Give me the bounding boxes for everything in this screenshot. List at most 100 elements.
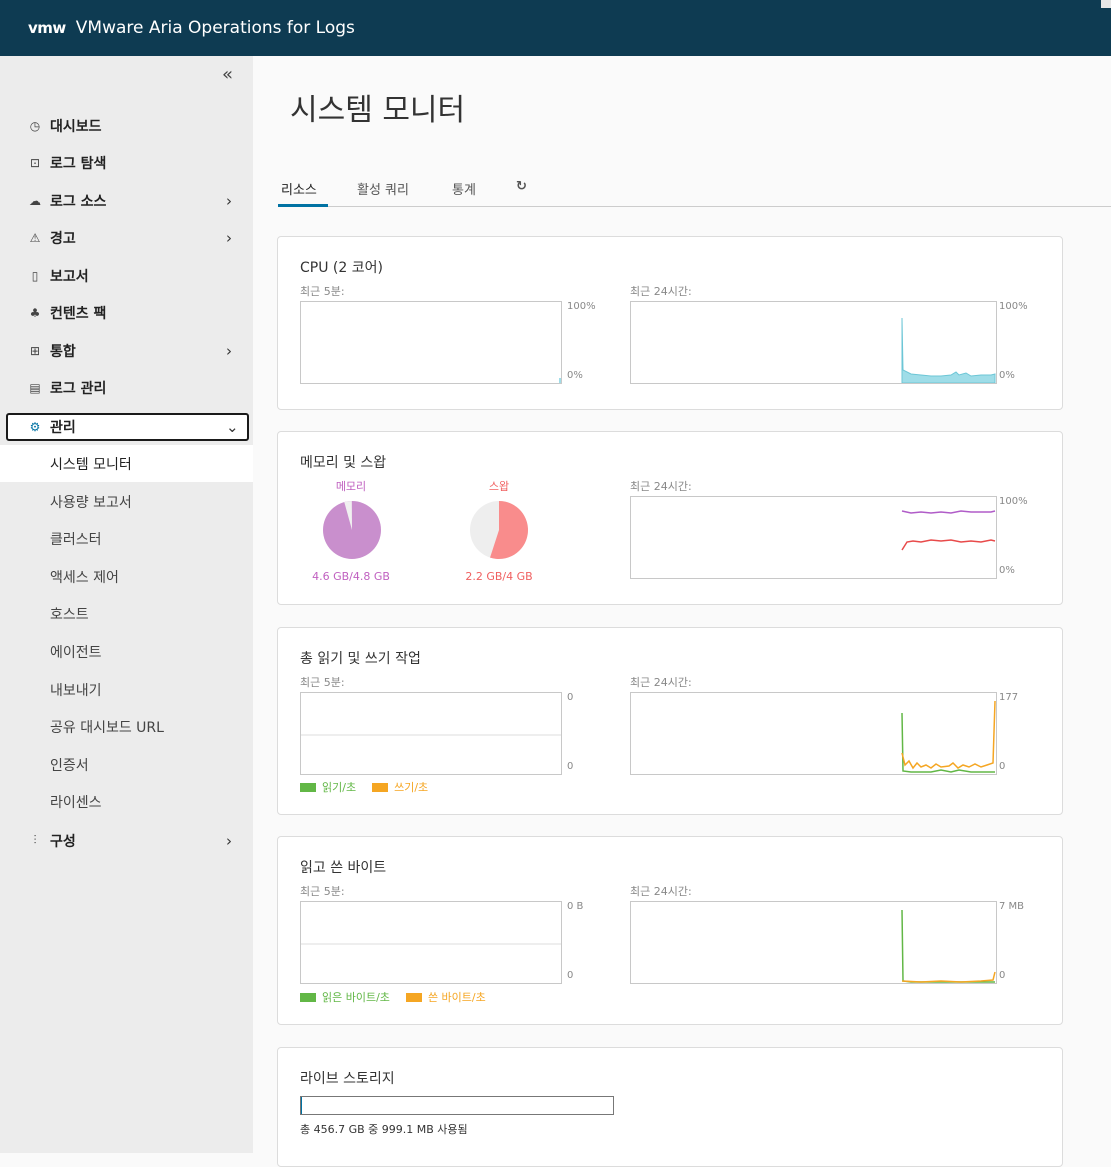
gear-icon: ⚙ — [29, 420, 41, 434]
storage-usage-text: 총 456.7 GB 중 999.1 MB 사용됨 — [300, 1123, 468, 1136]
memory-title: 메모리 및 스왑 — [300, 455, 387, 471]
sidebar-item-label: 경고 — [50, 230, 76, 247]
sidebar-item-administration[interactable]: ⚙ 관리 ⌄ — [6, 413, 249, 441]
sidebar-subitem-cluster[interactable]: 클러스터 — [0, 520, 253, 557]
sidebar-subitem-usage-report[interactable]: 사용량 보고서 — [0, 483, 253, 520]
io-operations-title: 총 읽기 및 쓰기 작업 — [300, 651, 421, 667]
refresh-icon[interactable]: ↻ — [516, 179, 527, 194]
sidebar-item-explore-logs[interactable]: ⊡ 로그 탐색 — [0, 144, 253, 181]
memory-24h-plot — [901, 510, 996, 551]
sidebar-item-log-management[interactable]: ▤ 로그 관리 — [0, 369, 253, 406]
sidebar-item-label: 구성 — [50, 833, 76, 850]
io-bytes-title: 읽고 쓴 바이트 — [300, 860, 387, 876]
sidebar-item-dashboard[interactable]: ◷ 대시보드 — [0, 107, 253, 144]
sidebar-item-label: 로그 관리 — [50, 380, 107, 397]
io-operations-card: 총 읽기 및 쓰기 작업 최근 5분: 최근 24시간: 0 0 177 0 읽… — [277, 627, 1063, 815]
cpu-24h-plot — [901, 317, 996, 384]
swap-pie[interactable] — [469, 500, 529, 560]
bytes-read-series — [901, 909, 995, 983]
sliders-icon: ⫶ — [33, 833, 37, 847]
read-legend-label[interactable]: 읽기/초 — [322, 779, 356, 795]
memory-card: 메모리 및 스왑 메모리 4.6 GB/4.8 GB 스왑 2.2 GB/4 G… — [277, 431, 1063, 605]
io-bytes-5min-chart[interactable] — [300, 901, 562, 984]
collapse-sidebar-icon[interactable]: « — [222, 64, 233, 85]
sidebar-item-label: 로그 탐색 — [50, 155, 107, 172]
integration-icon: ⊞ — [29, 343, 41, 358]
sidebar-item-reports[interactable]: ▯ 보고서 — [0, 257, 253, 294]
sidebar-item-content-packs[interactable]: ♣ 컨텐츠 팩 — [0, 294, 253, 331]
io-ops-24h-chart[interactable] — [630, 692, 997, 775]
swap-pie-label: 스왑 — [488, 480, 510, 493]
chevron-right-icon: › — [226, 831, 232, 850]
io-bytes-24h-plot — [901, 909, 996, 983]
io-ops-5min-plot — [301, 734, 561, 736]
io-bytes-24h-chart[interactable] — [630, 901, 997, 984]
sidebar-subitem-hosts[interactable]: 호스트 — [0, 595, 253, 632]
warning-icon: ⚠ — [29, 230, 41, 245]
cpu-5min-chart[interactable] — [300, 301, 562, 384]
io-ops-5min-chart[interactable] — [300, 692, 562, 775]
tab-statistics[interactable]: 통계 — [452, 179, 476, 198]
sidebar-subitem-access-control[interactable]: 액세스 제어 — [0, 558, 253, 595]
io-bytes-5min-y-min: 0 — [567, 970, 574, 981]
cpu-card: CPU (2 코어) 최근 5분: 최근 24시간: 100% 0% 100% … — [277, 236, 1063, 410]
cpu-recent-24h-label: 최근 24시간: — [630, 285, 692, 298]
io-bytes-recent-24h-label: 최근 24시간: — [630, 885, 692, 898]
swap-usage-series — [901, 539, 996, 551]
sidebar-item-configuration[interactable]: ⫶ 구성 › — [0, 822, 253, 859]
live-storage-card: 라이브 스토리지 총 456.7 GB 중 999.1 MB 사용됨 — [277, 1047, 1063, 1167]
top-bar: vmw VMware Aria Operations for Logs — [0, 0, 1111, 56]
sidebar-item-integration[interactable]: ⊞ 통합 › — [0, 332, 253, 369]
sidebar-item-label: 보고서 — [50, 268, 89, 285]
cpu-title: CPU (2 코어) — [300, 260, 383, 276]
bytes-read-legend-label[interactable]: 읽은 바이트/초 — [322, 989, 390, 1005]
io-bytes-24h-y-min: 0 — [999, 970, 1006, 981]
io-ops-recent-24h-label: 최근 24시간: — [630, 676, 692, 689]
write-legend-label[interactable]: 쓰기/초 — [394, 779, 428, 795]
io-bytes-card: 읽고 쓴 바이트 최근 5분: 최근 24시간: 0 B 0 7 MB 0 읽은… — [277, 836, 1063, 1025]
bytes-written-legend-swatch — [405, 992, 422, 1002]
vmware-logo[interactable]: vmw — [28, 19, 66, 37]
cpu-24h-chart[interactable] — [630, 301, 997, 384]
sidebar-item-label: 통합 — [50, 343, 76, 360]
io-ops-24h-y-max: 177 — [999, 692, 1019, 703]
read-legend-swatch — [300, 782, 316, 792]
memory-pie-value: 4.6 GB/4.8 GB — [312, 570, 390, 583]
write-legend-swatch — [372, 782, 389, 792]
memory-recent-24h-label: 최근 24시간: — [630, 480, 692, 493]
sidebar-subitem-export[interactable]: 내보내기 — [0, 671, 253, 708]
chevron-right-icon: › — [226, 228, 232, 247]
sidebar: « ◷ 대시보드 ⊡ 로그 탐색 ☁ 로그 소스 › ⚠ 경고 › ▯ 보고서 … — [0, 56, 253, 1153]
io-ops-5min-y-min: 0 — [567, 761, 574, 772]
sidebar-item-label: 로그 소스 — [50, 193, 107, 210]
io-bytes-5min-plot — [301, 943, 561, 945]
sidebar-subitem-certificates[interactable]: 인증서 — [0, 746, 253, 783]
tab-resources[interactable]: 리소스 — [281, 179, 317, 198]
cpu-24h-y-min: 0% — [999, 370, 1015, 381]
app-title[interactable]: VMware Aria Operations for Logs — [76, 18, 355, 38]
bytes-written-legend-label[interactable]: 쓴 바이트/초 — [428, 989, 486, 1005]
memory-pie[interactable] — [322, 500, 382, 560]
sidebar-subitem-shared-dashboard-url[interactable]: 공유 대시보드 URL — [0, 708, 253, 745]
bytes-read-legend-swatch — [300, 992, 316, 1002]
tab-active-queries[interactable]: 활성 쿼리 — [357, 179, 409, 198]
io-bytes-5min-y-max: 0 B — [567, 901, 584, 912]
window-corner — [1101, 0, 1111, 8]
io-bytes-recent-5min-label: 최근 5분: — [300, 885, 345, 898]
chevron-right-icon: › — [226, 191, 232, 210]
sidebar-subitem-license[interactable]: 라이센스 — [0, 783, 253, 820]
storage-usage-bar — [300, 1096, 614, 1115]
io-ops-24h-y-min: 0 — [999, 761, 1006, 772]
report-icon: ▯ — [31, 268, 39, 283]
sidebar-subitem-system-monitor[interactable]: 시스템 모니터 — [0, 445, 253, 482]
page-title: 시스템 모니터 — [290, 93, 466, 128]
memory-24h-chart[interactable] — [630, 496, 997, 579]
memory-24h-y-max: 100% — [999, 496, 1028, 507]
sidebar-subitem-agents[interactable]: 에이전트 — [0, 633, 253, 670]
sidebar-item-alerts[interactable]: ⚠ 경고 › — [0, 219, 253, 256]
memory-24h-y-min: 0% — [999, 565, 1015, 576]
sidebar-item-log-sources[interactable]: ☁ 로그 소스 › — [0, 182, 253, 219]
live-storage-title: 라이브 스토리지 — [300, 1071, 395, 1087]
cpu-24h-y-max: 100% — [999, 301, 1028, 312]
chevron-down-icon: ⌄ — [226, 418, 239, 436]
